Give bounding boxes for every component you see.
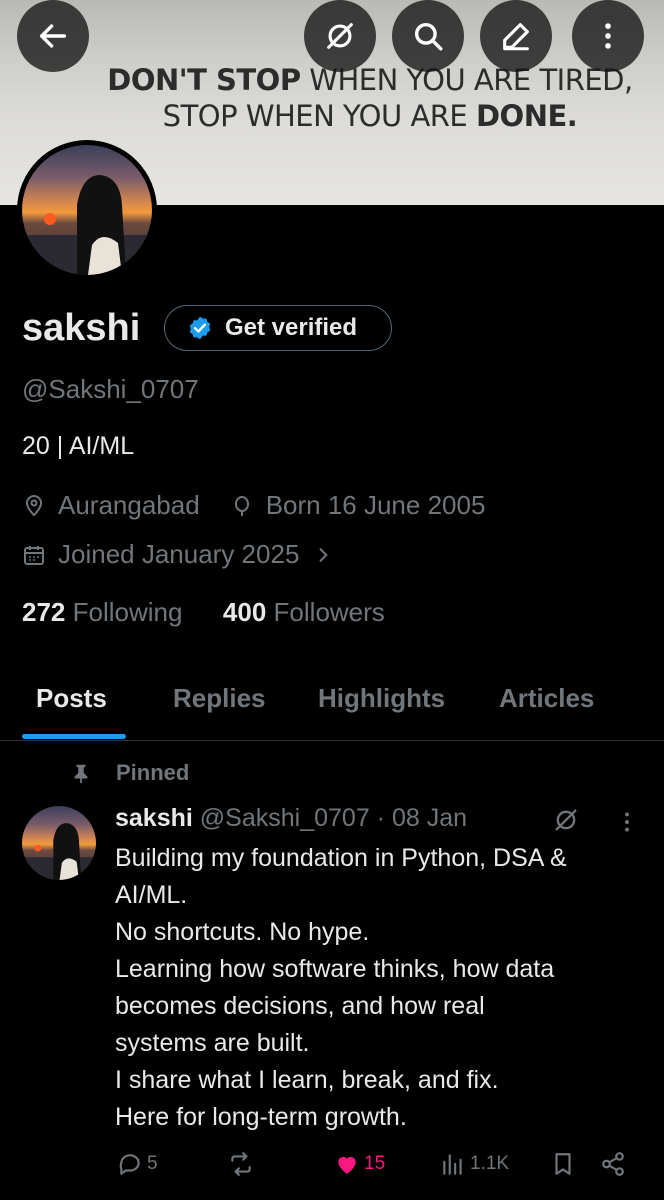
repost-icon	[231, 1152, 251, 1176]
share-icon	[602, 1152, 624, 1176]
grok-button[interactable]	[304, 0, 376, 72]
profile-location: Aurangabad	[58, 490, 200, 520]
profile-meta-row: Aurangabad Born 16 June 2005	[22, 490, 485, 521]
following-link[interactable]: 272 Following	[22, 597, 182, 627]
follow-stats: 272 Following 400 Followers	[22, 597, 385, 628]
tab-highlights[interactable]: Highlights	[318, 683, 445, 714]
tab-posts[interactable]: Posts	[36, 683, 107, 714]
get-verified-button[interactable]: Get verified	[164, 305, 392, 351]
edit-icon	[503, 23, 529, 51]
profile-avatar[interactable]	[17, 140, 157, 280]
tab-articles[interactable]: Articles	[499, 683, 594, 714]
pin-icon	[74, 764, 88, 784]
profile-name: sakshi	[22, 307, 141, 349]
edit-button[interactable]	[480, 0, 552, 72]
location-icon	[25, 494, 43, 516]
views-icon	[443, 1154, 462, 1175]
profile-joined: Joined January 2025	[58, 539, 300, 569]
calendar-icon	[24, 545, 44, 565]
following-count: 272	[22, 597, 66, 627]
like-button[interactable]: 15	[334, 1151, 385, 1177]
chevron-right-icon	[319, 547, 329, 562]
profile-birthday: Born 16 June 2005	[265, 490, 486, 520]
post-author-name[interactable]: sakshi	[115, 804, 193, 832]
grok-icon	[327, 23, 353, 49]
balloon-icon	[234, 495, 249, 516]
views-button[interactable]: 1.1K	[440, 1151, 509, 1177]
pinned-label: Pinned	[70, 760, 189, 786]
more-vertical-icon	[605, 23, 611, 49]
profile-joined-row[interactable]: Joined January 2025	[22, 539, 333, 570]
heart-icon	[338, 1156, 356, 1174]
profile-tabs: Posts Replies Highlights Articles	[0, 665, 664, 741]
followers-count: 400	[222, 597, 267, 627]
banner-quote: DON'T STOP WHEN YOU ARE TIRED, STOP WHEN…	[107, 63, 633, 133]
profile-bio: 20 | AI/ML	[22, 432, 135, 460]
search-button[interactable]	[392, 0, 464, 72]
share-button[interactable]	[600, 1151, 630, 1177]
followers-label: Followers	[273, 597, 385, 627]
bookmark-button[interactable]	[550, 1151, 580, 1177]
following-label: Following	[72, 597, 183, 627]
more-button[interactable]	[572, 0, 644, 72]
tab-replies[interactable]: Replies	[173, 683, 266, 714]
active-tab-indicator	[22, 734, 126, 739]
bookmark-icon	[555, 1153, 571, 1175]
post-header: sakshi @Sakshi_0707 · 08 Jan	[115, 804, 467, 833]
grok-icon[interactable]	[552, 806, 580, 834]
post-author-meta: @Sakshi_0707 · 08 Jan	[199, 804, 468, 832]
arrow-left-icon	[39, 24, 67, 48]
repost-button[interactable]	[228, 1151, 258, 1177]
view-count: 1.1K	[470, 1153, 510, 1174]
post-actions: 5 15 1.1K	[0, 1147, 664, 1187]
post-avatar[interactable]	[22, 806, 96, 880]
post-more-icon[interactable]	[614, 808, 640, 836]
followers-link[interactable]: 400 Followers	[223, 597, 385, 627]
profile-handle: @Sakshi_0707	[22, 374, 199, 404]
like-count: 15	[364, 1153, 386, 1174]
search-icon	[414, 22, 443, 51]
verified-badge-icon	[189, 316, 211, 340]
avatar-image	[22, 145, 152, 275]
reply-icon	[119, 1154, 140, 1175]
reply-count: 5	[147, 1153, 158, 1174]
get-verified-label: Get verified	[225, 314, 358, 341]
back-button[interactable]	[17, 0, 89, 72]
reply-button[interactable]: 5	[117, 1151, 158, 1177]
post-text: Building my foundation in Python, DSA & …	[115, 844, 567, 1131]
